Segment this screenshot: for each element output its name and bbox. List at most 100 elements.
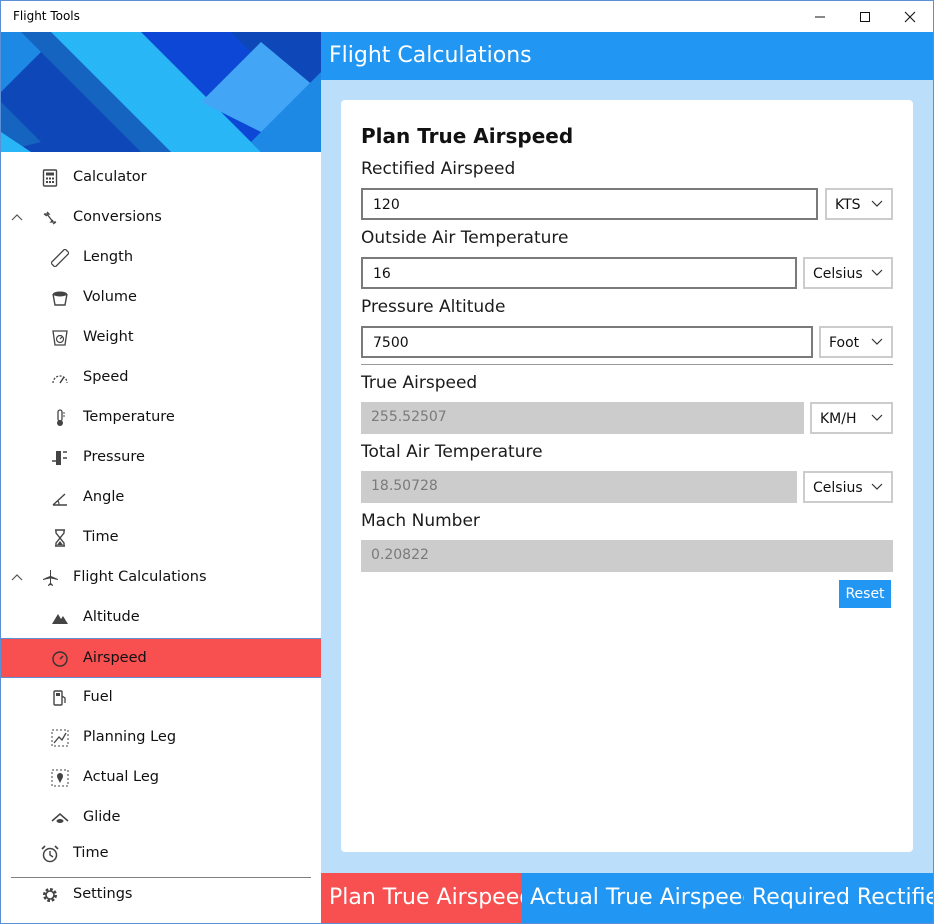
page-header: Flight Calculations <box>321 32 933 80</box>
sidebar-item-label: Actual Leg <box>83 769 159 785</box>
sidebar-item-label: Time <box>83 529 119 545</box>
gauge-icon <box>51 650 69 668</box>
sidebar-item-time[interactable]: Time <box>1 834 321 874</box>
chevron-up-icon[interactable] <box>11 211 23 223</box>
sidebar-item-label: Volume <box>83 289 137 305</box>
sidebar-item-settings[interactable]: Settings <box>1 875 321 915</box>
sidebar-item-label: Speed <box>83 369 129 385</box>
maximize-button[interactable] <box>842 1 888 32</box>
mountain-icon <box>51 609 69 627</box>
selected-unit: KTS <box>835 197 861 213</box>
calculator-icon <box>41 169 59 187</box>
sidebar-item-label: Temperature <box>83 409 175 425</box>
chevron-down-icon <box>871 269 883 276</box>
sidebar-item-actual-leg[interactable]: Actual Leg <box>1 758 321 798</box>
title-bar: Flight Tools <box>1 1 933 32</box>
pressure-icon <box>51 449 69 467</box>
material-banner-graphic <box>1 32 321 152</box>
sidebar-item-angle[interactable]: Angle <box>1 478 321 518</box>
map-pin-icon <box>51 769 69 787</box>
selected-unit: KM/H <box>820 411 857 427</box>
maximize-icon <box>860 11 870 22</box>
sidebar-item-temperature[interactable]: Temperature <box>1 398 321 438</box>
sidebar-item-speed[interactable]: Speed <box>1 358 321 398</box>
oat-input[interactable]: 16 <box>361 257 797 289</box>
angle-icon <box>51 489 69 507</box>
pressure-altitude-input[interactable]: 7500 <box>361 326 813 358</box>
sidebar-item-weight[interactable]: Weight <box>1 318 321 358</box>
minimize-button[interactable] <box>797 1 843 32</box>
sidebar-item-label: Altitude <box>83 609 140 625</box>
sidebar-item-glide[interactable]: Glide <box>1 798 321 838</box>
sidebar-item-calculator[interactable]: Calculator <box>1 158 321 198</box>
true-airspeed-label: True Airspeed <box>361 373 478 393</box>
tab-actual-true-airspeed[interactable]: Actual True Airspeed <box>522 873 744 923</box>
sidebar-item-label: Angle <box>83 489 125 505</box>
sidebar-item-time-conversion[interactable]: Time <box>1 518 321 558</box>
fuel-pump-icon <box>51 689 69 707</box>
pressure-altitude-unit-select[interactable]: Foot <box>819 326 893 358</box>
rectified-airspeed-label: Rectified Airspeed <box>361 159 516 179</box>
close-button[interactable] <box>887 1 933 32</box>
sidebar-item-label: Glide <box>83 809 121 825</box>
sidebar-item-label: Conversions <box>73 209 162 225</box>
sidebar-item-volume[interactable]: Volume <box>1 278 321 318</box>
tat-output: 18.50728 <box>361 471 797 503</box>
oat-label: Outside Air Temperature <box>361 228 569 248</box>
reset-button[interactable]: Reset <box>839 580 891 608</box>
results-divider <box>361 364 893 365</box>
scale-icon <box>51 329 69 347</box>
minimize-icon <box>815 16 825 17</box>
tat-label: Total Air Temperature <box>361 442 543 462</box>
thermometer-icon <box>51 409 69 427</box>
alarm-clock-icon <box>41 845 59 863</box>
sidebar-item-label: Length <box>83 249 134 265</box>
sidebar-item-length[interactable]: Length <box>1 238 321 278</box>
conversions-icon <box>41 209 59 227</box>
oat-unit-select[interactable]: Celsius <box>803 257 893 289</box>
sidebar-item-flight-calculations[interactable]: Flight Calculations <box>1 558 321 598</box>
tat-unit-select[interactable]: Celsius <box>803 471 893 503</box>
chevron-down-icon <box>871 414 883 421</box>
rectified-airspeed-unit-select[interactable]: KTS <box>825 188 893 220</box>
true-airspeed-output: 255.52507 <box>361 402 804 434</box>
mach-label: Mach Number <box>361 511 480 531</box>
sidebar-item-label: Calculator <box>73 169 147 185</box>
main-content: Flight Calculations Plan True Airspeed R… <box>321 32 933 923</box>
sidebar-item-conversions[interactable]: Conversions <box>1 198 321 238</box>
map-route-icon <box>51 729 69 747</box>
sidebar-item-label: Time <box>73 845 109 861</box>
tab-plan-true-airspeed[interactable]: Plan True Airspeed <box>321 873 522 923</box>
glider-icon <box>51 809 69 827</box>
sidebar-item-fuel[interactable]: Fuel <box>1 678 321 718</box>
tab-required-rectified[interactable]: Required Rectified <box>744 873 933 923</box>
sidebar-item-pressure[interactable]: Pressure <box>1 438 321 478</box>
sidebar-item-airspeed[interactable]: Airspeed <box>1 638 321 678</box>
sidebar-item-label: Pressure <box>83 449 145 465</box>
pressure-altitude-label: Pressure Altitude <box>361 297 506 317</box>
mach-output: 0.20822 <box>361 540 893 572</box>
sidebar-item-label: Weight <box>83 329 134 345</box>
rectified-airspeed-input[interactable]: 120 <box>361 188 818 220</box>
sidebar-item-label: Settings <box>73 886 133 902</box>
sidebar-item-altitude[interactable]: Altitude <box>1 598 321 638</box>
true-airspeed-unit-select[interactable]: KM/H <box>810 402 893 434</box>
page-title: Flight Calculations <box>329 43 532 68</box>
banner-image <box>1 32 321 152</box>
hourglass-icon <box>51 529 69 547</box>
airplane-icon <box>41 569 59 587</box>
chevron-down-icon <box>871 338 883 345</box>
close-icon <box>904 11 916 22</box>
bucket-icon <box>51 289 69 307</box>
sidebar-item-label: Planning Leg <box>83 729 177 745</box>
speedometer-icon <box>51 369 69 387</box>
selected-unit: Foot <box>829 335 860 351</box>
chevron-up-icon[interactable] <box>11 571 23 583</box>
ruler-icon <box>51 249 69 267</box>
sidebar: Calculator Conversions Length Volume Wei… <box>1 32 321 923</box>
sidebar-item-planning-leg[interactable]: Planning Leg <box>1 718 321 758</box>
chevron-down-icon <box>871 483 883 490</box>
sidebar-item-label: Airspeed <box>83 650 147 666</box>
form-title: Plan True Airspeed <box>361 124 574 148</box>
calculation-card: Plan True Airspeed Rectified Airspeed 12… <box>341 100 913 852</box>
